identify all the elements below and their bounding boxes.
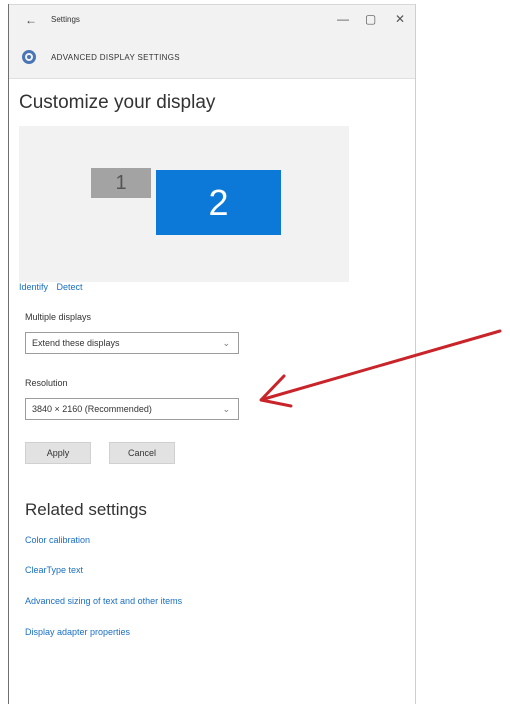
annotation-arrow-shaft (262, 329, 502, 401)
annotation-arrow (259, 329, 502, 408)
